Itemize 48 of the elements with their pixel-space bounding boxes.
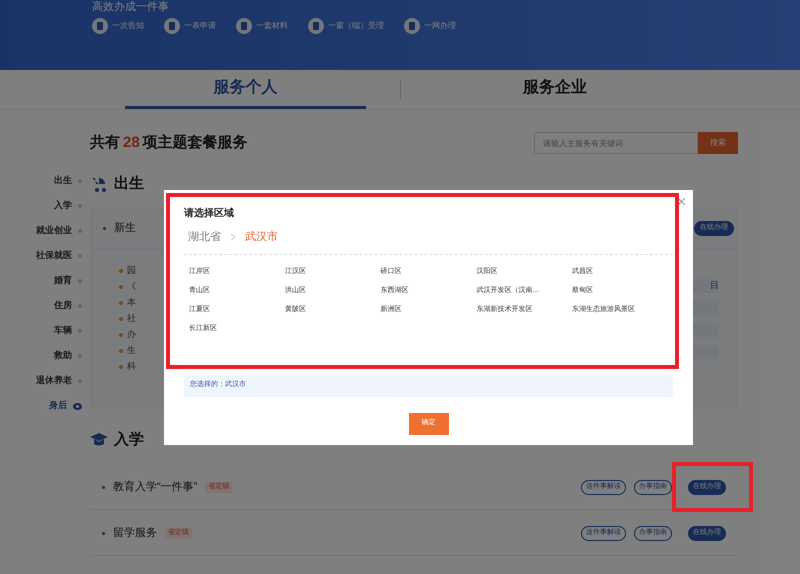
tab[interactable]: 服务企业 <box>434 70 675 109</box>
section-title: 入学 <box>114 430 144 450</box>
document-icon <box>236 18 252 34</box>
feature-label: 一次告知 <box>112 20 144 32</box>
document-icon <box>164 18 180 34</box>
document-icon <box>308 18 324 34</box>
summary-text: 共有 <box>90 132 120 153</box>
close-icon[interactable] <box>678 198 685 205</box>
sidebar-item[interactable]: 车辆 <box>54 324 72 338</box>
search-field[interactable]: 请输入主服务有关键词 <box>534 132 698 154</box>
material-item: 社 <box>127 312 136 326</box>
banner-title: 高效办成一件事 <box>92 1 169 14</box>
sidebar-item[interactable]: 入学 <box>54 199 72 213</box>
material-item: 科 <box>127 360 136 374</box>
summary-text: 项主题套餐服务 <box>142 132 248 153</box>
tab[interactable]: 服务个人 <box>125 70 366 109</box>
material-item: 办 <box>127 328 136 342</box>
service-title[interactable]: 教育入学“一件事” <box>113 479 198 496</box>
search-button[interactable]: 搜索 <box>698 132 738 154</box>
sidebar-item[interactable]: 出生 <box>54 174 72 188</box>
material-item: 园 <box>127 264 136 278</box>
feature-label: 一网办理 <box>424 20 456 32</box>
section-title: 出生 <box>114 174 144 194</box>
chevron-right-icon <box>231 234 235 240</box>
breadcrumb-item[interactable]: 武汉市 <box>245 229 278 246</box>
dialog-title: 请选择区域 <box>184 206 235 221</box>
sidebar-item[interactable]: 住房 <box>54 299 72 313</box>
graduation-cap-icon <box>90 433 108 447</box>
document-icon <box>404 18 420 34</box>
material-item: 本 <box>127 296 136 310</box>
sidebar-item[interactable]: 救助 <box>54 349 72 363</box>
sidebar-item[interactable]: 婚育 <box>54 274 72 288</box>
sidebar-item[interactable]: 社保就医 <box>36 249 72 263</box>
document-icon <box>92 18 108 34</box>
feature-label: 一套材料 <box>256 20 288 32</box>
service-title: 新生 <box>114 220 136 236</box>
feature-label: 一窗（端）受理 <box>328 20 384 32</box>
service-count: 28 <box>123 132 140 153</box>
breadcrumb-item[interactable]: 湖北省 <box>188 229 221 246</box>
sidebar-item[interactable]: 就业创业 <box>36 224 72 238</box>
sidebar-item[interactable]: 身后 <box>49 399 67 413</box>
eye-icon <box>73 402 82 410</box>
material-item: 生 <box>127 344 136 358</box>
sidebar-item[interactable]: 退休养老 <box>36 374 72 388</box>
stroller-icon <box>90 176 108 192</box>
feature-label: 一表申请 <box>184 20 216 32</box>
service-title[interactable]: 留学服务 <box>113 525 157 542</box>
material-item: 《 <box>127 280 136 294</box>
